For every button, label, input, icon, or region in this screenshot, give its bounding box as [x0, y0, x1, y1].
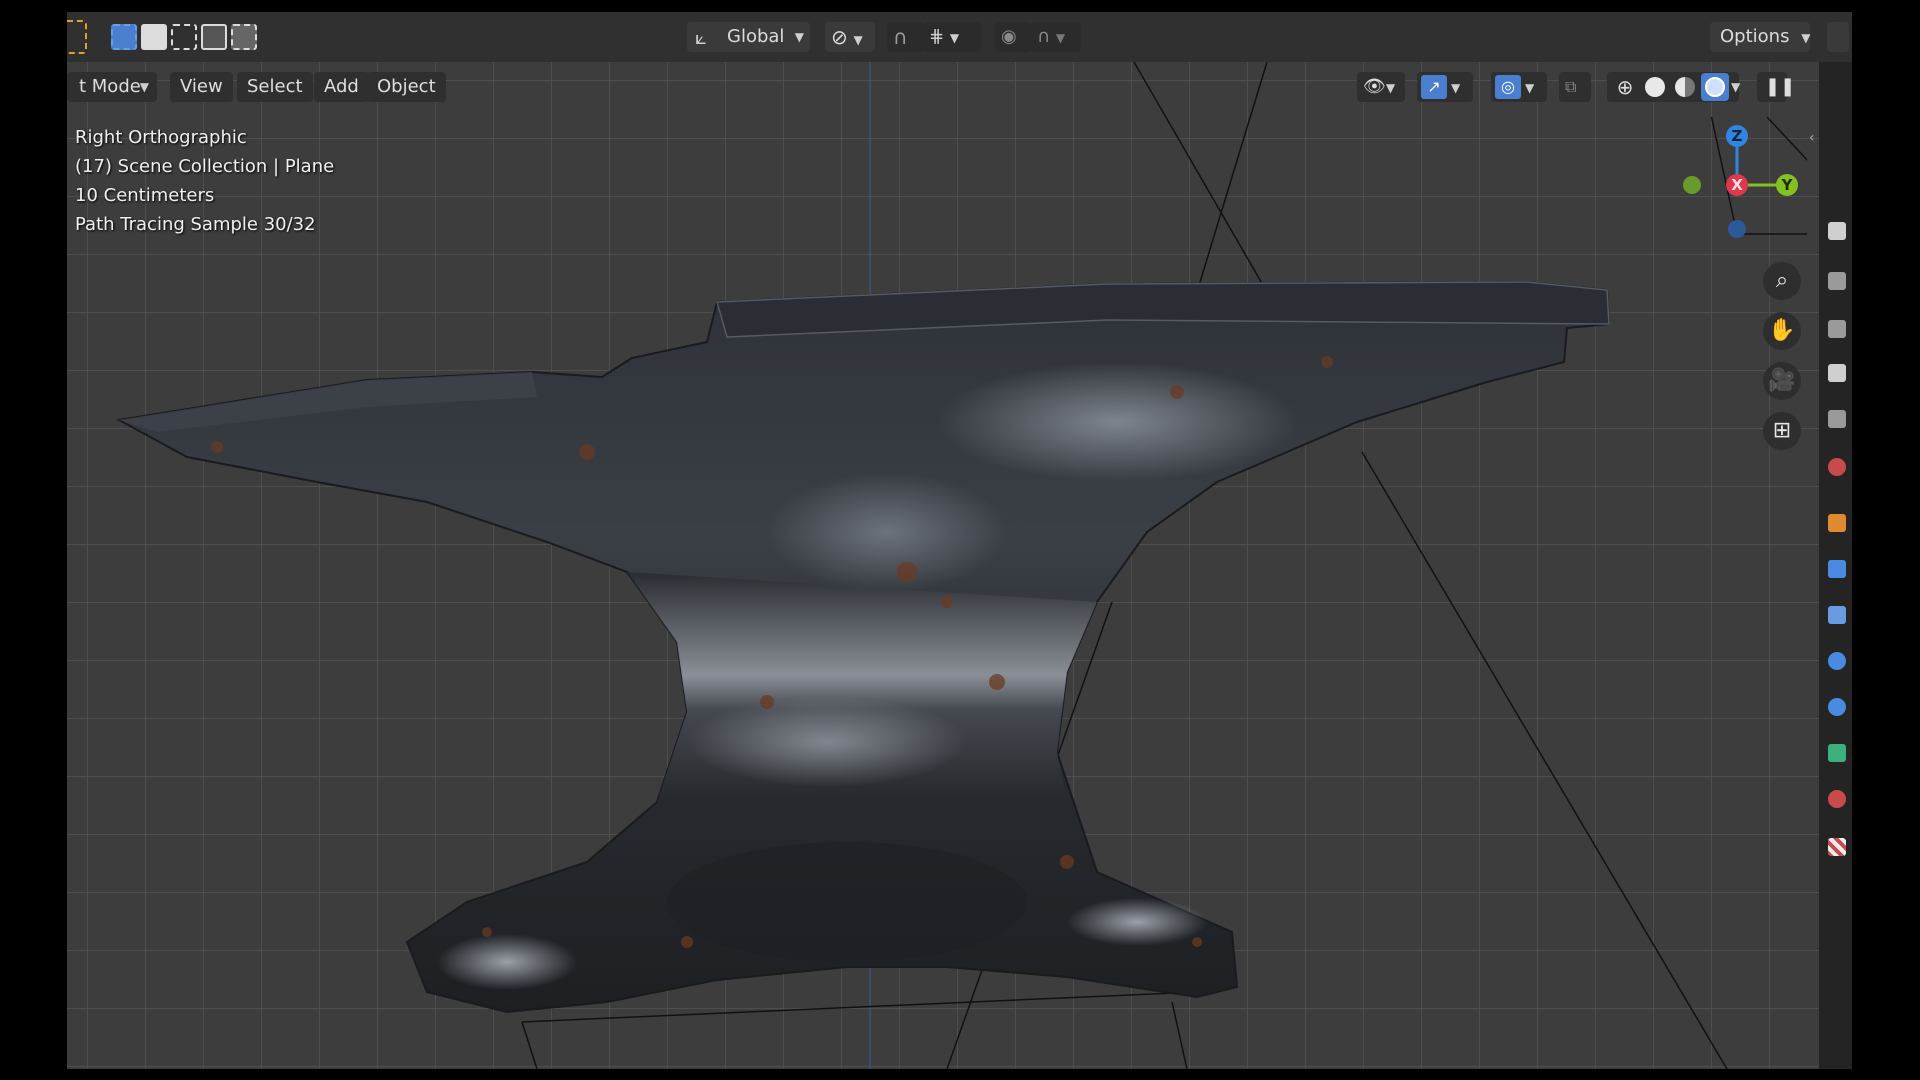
gizmo-toggle[interactable]: ↗ ▼ [1417, 72, 1473, 102]
snap-toggle[interactable]: ∩ [887, 22, 923, 52]
blender-window: ⟀ Global ▼ ⊘ ▼ ∩ ⋕ ▼ ◉ ∩ ▼ Options ▼ t M… [67, 12, 1852, 1069]
render-status: Path Tracing Sample 30/32 [75, 214, 316, 235]
orientation-label: Global [727, 26, 785, 47]
falloff-curve-icon: ∩ [1037, 26, 1051, 47]
object-tab-icon[interactable] [1828, 514, 1846, 532]
menu-object[interactable]: Object [367, 72, 446, 102]
chevron-down-icon: ▼ [1525, 81, 1535, 95]
menu-view[interactable]: View [170, 72, 233, 102]
navigation-gizmo[interactable]: Z X Y [1667, 117, 1807, 257]
chevron-down-icon: ▼ [794, 30, 804, 44]
menu-add[interactable]: Add [314, 72, 369, 102]
chevron-down-icon: ▼ [1801, 31, 1811, 45]
tool-settings-header: ⟀ Global ▼ ⊘ ▼ ∩ ⋕ ▼ ◉ ∩ ▼ Options ▼ [67, 12, 1852, 62]
orientation-axes-icon: ⟀ [695, 25, 707, 49]
grid-scale: 10 Centimeters [75, 185, 215, 206]
magnet-icon: ∩ [893, 25, 908, 49]
chevron-down-icon[interactable]: ▼ [1731, 72, 1740, 102]
active-tool-icon[interactable] [67, 20, 87, 54]
gizmo-icon: ↗ [1421, 75, 1447, 99]
options-dropdown[interactable]: Options ▼ [1710, 22, 1810, 52]
snap-target-dropdown[interactable]: ⋕ ▼ [923, 22, 981, 52]
transform-orientation-dropdown[interactable]: ⟀ Global ▼ [687, 22, 810, 52]
data-tab-icon[interactable] [1828, 744, 1846, 762]
snap-increment-icon: ⋕ [929, 26, 945, 47]
menu-select[interactable]: Select [237, 72, 313, 102]
view-name: Right Orthographic [75, 127, 247, 148]
material-tab-icon[interactable] [1828, 790, 1846, 808]
overlays-toggle[interactable]: ◎ ▼ [1491, 72, 1547, 102]
chevron-down-icon: ▼ [1385, 81, 1396, 95]
grid-icon[interactable]: ⊞ [1763, 412, 1801, 450]
zoom-icon[interactable]: ⌕ [1763, 262, 1801, 300]
camera-icon[interactable]: 🎥 [1763, 362, 1801, 400]
constraints-tab-icon[interactable] [1828, 698, 1846, 716]
mode-label: t Mode [79, 76, 141, 97]
select-intersect-icon[interactable] [231, 24, 257, 50]
rendered-shading-icon[interactable] [1701, 73, 1729, 101]
gizmo-z-axis[interactable]: Z [1726, 125, 1748, 147]
world-tab-icon[interactable] [1828, 458, 1846, 476]
properties-tab-strip [1819, 62, 1852, 1069]
eye-icon: 👁 [1363, 76, 1386, 97]
chevron-down-icon: ▼ [139, 80, 149, 94]
proportional-editing-toggle[interactable]: ◉ [995, 22, 1031, 52]
sidebar-toggle-icon[interactable]: ‹ [1809, 130, 1815, 146]
select-invert-icon[interactable] [201, 24, 227, 50]
solid-shading-icon[interactable] [1641, 73, 1669, 101]
tool-tab-icon[interactable] [1828, 222, 1846, 240]
pause-icon: ❚❚ [1765, 76, 1796, 97]
chevron-down-icon: ▼ [1451, 81, 1461, 95]
select-subtract-icon[interactable] [171, 24, 197, 50]
gizmo-y-axis[interactable]: Y [1776, 174, 1798, 196]
pivot-icon: ⊘ [831, 25, 848, 49]
object-visibility-dropdown[interactable]: 👁▼ [1357, 72, 1405, 102]
material-shading-icon[interactable] [1671, 73, 1699, 101]
hand-pan-icon[interactable]: ✋ [1763, 312, 1801, 350]
particles-tab-icon[interactable] [1828, 606, 1846, 624]
collection-info: (17) Scene Collection | Plane [75, 156, 335, 177]
chevron-down-icon: ▼ [1055, 31, 1066, 45]
xray-icon: ⧉ [1565, 77, 1577, 96]
3d-viewport[interactable]: t Mode ▼ View Select Add Object 👁▼ ↗ ▼ ◎ ▼… [67, 62, 1819, 1069]
select-extend-icon[interactable] [141, 24, 167, 50]
mode-dropdown[interactable]: t Mode ▼ [67, 72, 157, 102]
gizmo-x-axis[interactable]: X [1726, 174, 1748, 196]
chevron-down-icon: ▼ [949, 31, 960, 45]
proportional-falloff-dropdown[interactable]: ∩ ▼ [1031, 22, 1081, 52]
select-new-icon[interactable] [111, 24, 137, 50]
view-layer-tab-icon[interactable] [1828, 364, 1846, 382]
proportional-icon: ◉ [1001, 26, 1017, 47]
pause-render-button[interactable]: ❚❚ [1757, 72, 1795, 102]
render-tab-icon[interactable] [1828, 272, 1846, 290]
physics-tab-icon[interactable] [1828, 652, 1846, 670]
overlays-icon: ◎ [1495, 75, 1521, 99]
shading-group: ⊕ ▼ [1607, 72, 1740, 102]
scene-render [115, 62, 1728, 1069]
output-tab-icon[interactable] [1828, 320, 1846, 338]
modifier-tab-icon[interactable] [1828, 560, 1846, 578]
editor-type-icon[interactable] [1827, 22, 1849, 52]
options-label: Options [1720, 26, 1790, 47]
scene-tab-icon[interactable] [1828, 410, 1846, 428]
chevron-down-icon: ▼ [853, 33, 863, 47]
texture-tab-icon[interactable] [1828, 838, 1846, 856]
xray-toggle[interactable]: ⧉ [1559, 72, 1591, 102]
screen-frame: ⟀ Global ▼ ⊘ ▼ ∩ ⋕ ▼ ◉ ∩ ▼ Options ▼ t M… [0, 0, 1920, 1080]
pivot-point-dropdown[interactable]: ⊘ ▼ [825, 22, 875, 52]
wireframe-shading-icon[interactable]: ⊕ [1611, 73, 1639, 101]
